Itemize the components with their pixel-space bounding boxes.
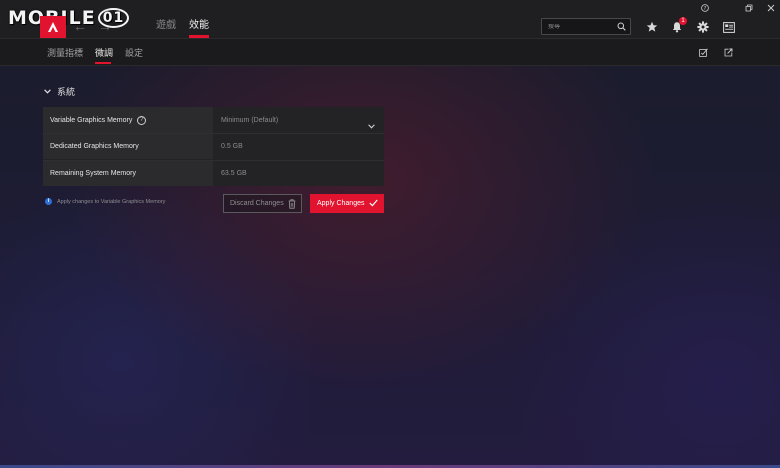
discard-label: Discard Changes [230, 200, 284, 207]
back-arrow-icon[interactable]: ← [73, 18, 87, 34]
media-panel-icon[interactable] [722, 20, 736, 34]
setting-value: 63.5 GB [221, 170, 247, 177]
active-tab-indicator [189, 35, 209, 38]
info-text: Apply changes to Variable Graphics Memor… [57, 198, 166, 205]
setting-row-variable-graphics-memory[interactable]: Variable Graphics Memory ? Minimum (Defa… [43, 107, 384, 133]
sub-bar [0, 39, 780, 66]
search-icon[interactable] [617, 18, 626, 36]
gear-icon[interactable] [696, 20, 710, 34]
setting-row-remaining-system-memory: Remaining System Memory 63.5 GB [43, 160, 384, 186]
help-icon[interactable]: ? [137, 115, 147, 125]
section-title: 系統 [57, 86, 76, 97]
forward-arrow-icon[interactable]: → [98, 18, 112, 34]
tab-settings[interactable]: 設定 [125, 47, 143, 59]
info-icon: i [45, 198, 52, 205]
settings-table: Variable Graphics Memory ? Minimum (Defa… [43, 107, 384, 186]
setting-value: 0.5 GB [221, 143, 243, 150]
tab-games[interactable]: 遊戲 [156, 19, 176, 33]
notification-badge: 1 [679, 17, 687, 25]
tab-tuning[interactable]: 微調 [95, 47, 113, 59]
export-icon[interactable] [723, 47, 734, 58]
setting-label-cell: Dedicated Graphics Memory [43, 134, 213, 159]
chevron-down-icon[interactable] [368, 116, 375, 134]
setting-label: Dedicated Graphics Memory [50, 143, 139, 150]
restore-icon[interactable] [744, 3, 753, 12]
search-box[interactable] [541, 18, 631, 35]
svg-text:?: ? [703, 5, 706, 11]
question-circle-icon[interactable]: ? [700, 3, 709, 12]
active-subtab-indicator [95, 62, 111, 64]
setting-label: Variable Graphics Memory [50, 116, 133, 124]
chevron-down-icon[interactable] [44, 86, 51, 96]
discard-changes-button[interactable]: Discard Changes [223, 194, 302, 213]
check-icon [369, 199, 378, 209]
info-note: i Apply changes to Variable Graphics Mem… [45, 198, 165, 205]
section-header-system[interactable]: 系統 [44, 85, 75, 97]
close-icon[interactable] [766, 3, 775, 12]
setting-label-cell: Variable Graphics Memory ? [43, 107, 213, 133]
setting-label-cell: Remaining System Memory [43, 161, 213, 186]
trash-icon [288, 199, 296, 211]
tab-metrics[interactable]: 測量指標 [47, 47, 83, 59]
setting-label: Remaining System Memory [50, 170, 136, 177]
tab-performance[interactable]: 效能 [189, 19, 209, 33]
setting-row-dedicated-graphics-memory: Dedicated Graphics Memory 0.5 GB [43, 133, 384, 159]
star-icon[interactable] [645, 20, 659, 34]
amd-logo-icon[interactable] [40, 16, 66, 38]
edit-check-icon[interactable] [698, 47, 709, 58]
setting-value-dropdown[interactable]: Minimum (Default) [221, 117, 278, 124]
apply-label: Apply Changes [317, 200, 365, 207]
apply-changes-button[interactable]: Apply Changes [310, 194, 384, 213]
search-input[interactable] [548, 23, 608, 30]
